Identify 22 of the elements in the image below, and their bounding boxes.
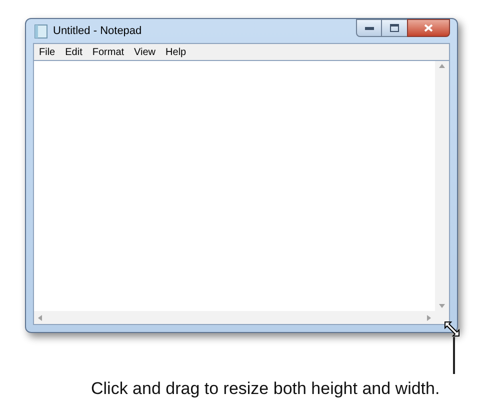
- right-arrow-icon[interactable]: [427, 314, 431, 320]
- menu-item[interactable]: View: [134, 44, 156, 60]
- down-arrow-icon[interactable]: [439, 304, 445, 308]
- close-button[interactable]: [407, 19, 450, 37]
- up-arrow-icon[interactable]: [439, 64, 445, 68]
- vertical-scrollbar[interactable]: [435, 61, 449, 311]
- caption: Click and drag to resize both height and width.: [91, 378, 440, 400]
- maximize-icon: [390, 24, 399, 32]
- menu-item[interactable]: Edit: [65, 44, 82, 60]
- minimize-icon: [364, 26, 374, 30]
- resize-cursor-icon: [444, 321, 460, 337]
- notepad-icon: [34, 24, 48, 38]
- close-icon: [424, 24, 433, 32]
- leader-line: [453, 337, 455, 374]
- menu-item[interactable]: File: [39, 44, 56, 60]
- menu-item[interactable]: Format: [92, 44, 124, 60]
- left-arrow-icon[interactable]: [38, 314, 42, 320]
- horizontal-scrollbar[interactable]: [34, 311, 435, 324]
- maximize-button[interactable]: [382, 19, 407, 37]
- menu-item[interactable]: Help: [166, 44, 186, 60]
- minimize-button[interactable]: [356, 19, 382, 37]
- window-title: Untitled - Notepad: [53, 24, 142, 39]
